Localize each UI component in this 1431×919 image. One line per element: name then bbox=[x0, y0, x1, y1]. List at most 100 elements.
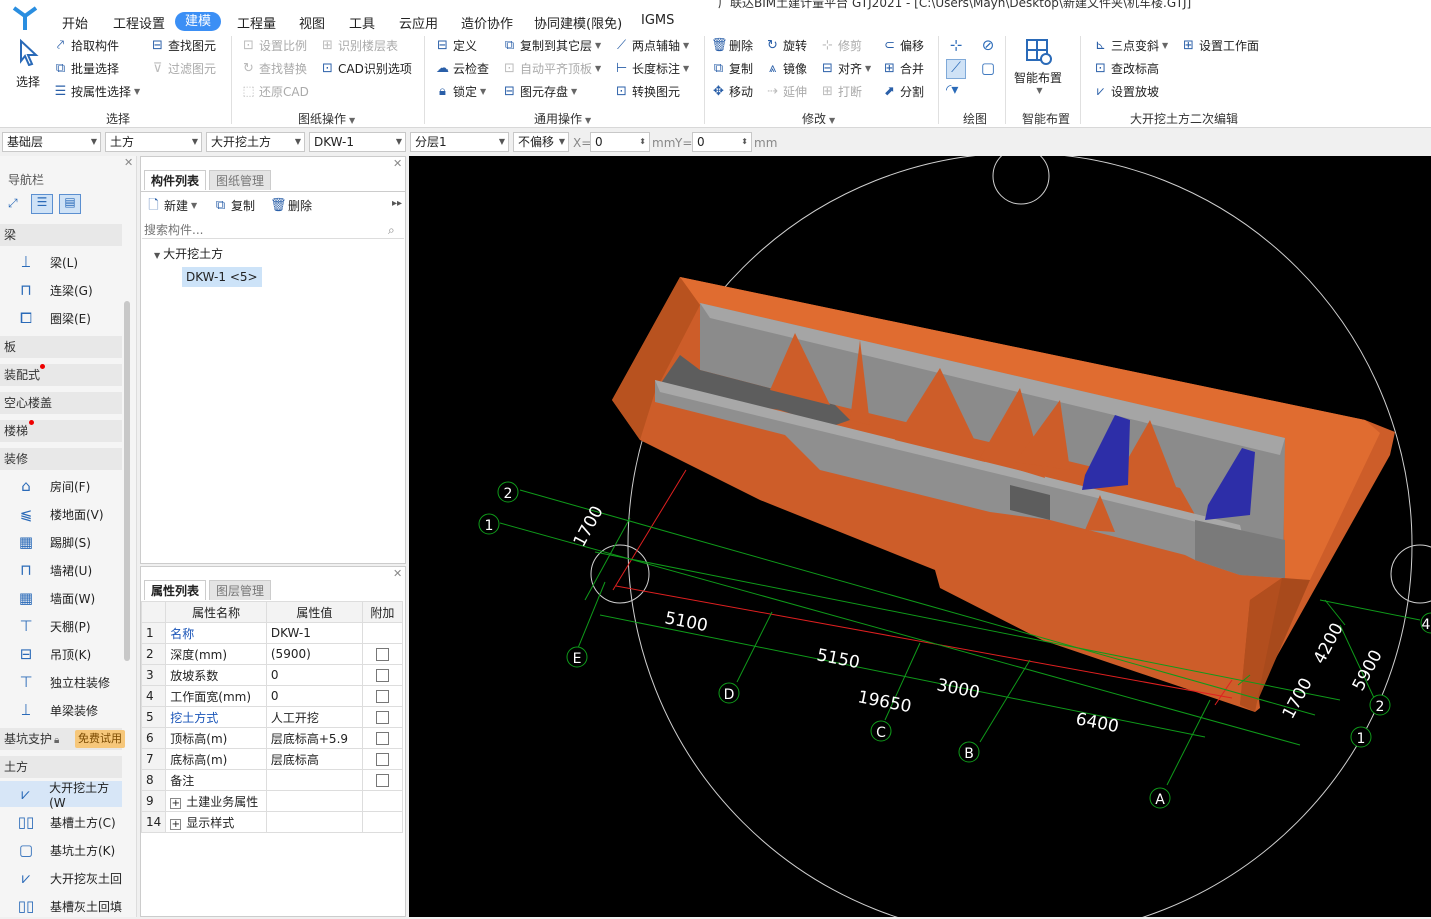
nav-item-link-beam[interactable]: ⊓ 连梁(G) bbox=[0, 277, 122, 303]
new-button[interactable]: 🗋︎ 新建 ▼ bbox=[146, 197, 197, 214]
find-replace-button[interactable]: ↻ 查找替换 bbox=[241, 60, 307, 77]
search-input[interactable] bbox=[142, 221, 404, 239]
y-input[interactable]: 0 ⬍ bbox=[692, 132, 752, 152]
property-row[interactable]: 3 放坡系数 0 bbox=[140, 664, 404, 686]
nav-item-room[interactable]: ⌂ 房间(F) bbox=[0, 473, 122, 499]
find-element-button[interactable]: ⊟ 查找图元 bbox=[150, 37, 216, 54]
property-row[interactable]: 8 备注 bbox=[140, 769, 404, 791]
checkbox[interactable] bbox=[375, 753, 389, 766]
nav-section-beam[interactable]: 梁 bbox=[0, 224, 122, 246]
nav-item-beam[interactable]: ⟘ 梁(L) bbox=[0, 249, 122, 275]
merge-button[interactable]: ⊞ 合并 bbox=[882, 60, 924, 77]
copy-to-other-floors-button[interactable]: ⧉ 复制到其它层 ▼ bbox=[502, 37, 601, 54]
arc-draw-icon[interactable]: ◜▾ bbox=[946, 82, 972, 102]
set-slope-button[interactable]: ⩗ 设置放坡 bbox=[1093, 83, 1159, 100]
property-value[interactable]: 0 bbox=[265, 664, 363, 686]
filter-element-button[interactable]: ⊽ 过滤图元 bbox=[150, 60, 216, 77]
lock-button[interactable]: 🔒︎ 锁定 ▼ bbox=[435, 83, 486, 100]
checkbox[interactable] bbox=[375, 774, 389, 787]
orbit-handle-top[interactable] bbox=[992, 156, 1050, 205]
close-icon[interactable]: ✕ bbox=[393, 567, 402, 580]
menu-igms[interactable]: IGMS bbox=[641, 13, 674, 28]
nav-item-trench-earthwork[interactable]: ▯▯ 基槽土方(C) bbox=[0, 809, 122, 835]
line-draw-icon[interactable]: ⟋ bbox=[946, 59, 966, 79]
set-workface-button[interactable]: ⊞ 设置工作面 bbox=[1181, 37, 1259, 54]
batch-select-button[interactable]: ⧉ 批量选择 bbox=[53, 60, 119, 77]
property-row[interactable]: 14 + 显示样式 bbox=[140, 811, 404, 833]
nav-item-pit-earthwork[interactable]: ▢ 基坑土方(K) bbox=[0, 837, 122, 863]
property-row[interactable]: 6 顶标高(m) 层底标高+5.9 bbox=[140, 727, 404, 749]
close-icon[interactable]: ✕ bbox=[393, 157, 402, 170]
cloud-check-button[interactable]: ☁ 云检查 bbox=[435, 60, 489, 77]
convert-element-button[interactable]: ⊡ 转换图元 bbox=[614, 83, 680, 100]
menu-collab-modeling[interactable]: 协同建模(限免) bbox=[534, 13, 622, 32]
property-row[interactable]: 5 挖土方式 人工开挖 bbox=[140, 706, 404, 728]
property-value[interactable]: DKW-1 bbox=[265, 622, 363, 644]
nav-item-dado[interactable]: ⊓ 墙裙(U) bbox=[0, 557, 122, 583]
modify-elevation-button[interactable]: ⊡ 查改标高 bbox=[1093, 60, 1159, 77]
rotate-button[interactable]: ↻ 旋转 bbox=[765, 37, 807, 54]
tab-component-list[interactable]: 构件列表 bbox=[144, 170, 207, 190]
align-button[interactable]: ⊟ 对齐 ▼ bbox=[820, 60, 871, 77]
copy-component-button[interactable]: ⧉ 复制 bbox=[213, 197, 255, 214]
point-draw-icon[interactable]: ⊹ bbox=[946, 36, 966, 56]
property-value[interactable]: 人工开挖 bbox=[265, 706, 363, 728]
property-value[interactable]: 层底标高+5.9 bbox=[265, 727, 363, 749]
layer-select[interactable]: 分层1 ▼ bbox=[410, 132, 509, 152]
define-button[interactable]: ⊟ 定义 bbox=[435, 37, 477, 54]
mirror-button[interactable]: ⩓ 镜像 bbox=[765, 60, 807, 77]
pin-icon[interactable]: ⤢ bbox=[8, 196, 18, 211]
close-icon[interactable]: ✕ bbox=[124, 156, 133, 169]
smart-layout-button[interactable]: 智能布置 ▼ bbox=[1013, 36, 1063, 95]
two-point-axis-button[interactable]: ⟋ 两点辅轴 ▼ bbox=[614, 37, 689, 54]
menu-cost-collab[interactable]: 造价协作 bbox=[461, 13, 513, 32]
circle-draw-icon[interactable]: ⊘ bbox=[978, 36, 998, 56]
menu-view[interactable]: 视图 bbox=[299, 13, 325, 32]
menu-quantity[interactable]: 工程量 bbox=[237, 13, 276, 32]
break-button[interactable]: ⊞ 打断 bbox=[820, 83, 862, 100]
checkbox[interactable] bbox=[375, 648, 389, 661]
property-value[interactable] bbox=[265, 769, 363, 791]
delete-component-button[interactable]: 🗑︎ 删除 bbox=[270, 197, 312, 214]
excavation-model[interactable] bbox=[612, 277, 1395, 712]
set-scale-button[interactable]: ⊡ 设置比例 bbox=[241, 37, 307, 54]
nav-item-skirting[interactable]: ▦ 踢脚(S) bbox=[0, 529, 122, 555]
nav-section-prefab[interactable]: 装配式 bbox=[0, 364, 122, 386]
property-row[interactable]: 1 名称 DKW-1 bbox=[140, 622, 404, 644]
offset-select[interactable]: 不偏移 ▼ bbox=[513, 132, 569, 152]
nav-scrollbar[interactable] bbox=[124, 301, 130, 661]
extend-button[interactable]: ⇢ 延伸 bbox=[765, 83, 807, 100]
model-canvas[interactable]: 2 1 E D C B A 1 2 4 1700 5100 5150 3000 … bbox=[409, 156, 1431, 917]
length-dimension-button[interactable]: ⊢ 长度标注 ▼ bbox=[614, 60, 689, 77]
tab-property-list[interactable]: 属性列表 bbox=[144, 580, 207, 600]
nav-section-stairs[interactable]: 楼梯 bbox=[0, 420, 122, 442]
identify-floor-table-button[interactable]: ⊞ 识别楼层表 bbox=[320, 37, 398, 54]
detail-view-icon[interactable]: ▤ bbox=[59, 194, 81, 214]
select-by-property-button[interactable]: ☰ 按属性选择 ▼ bbox=[53, 83, 141, 100]
nav-section-hollow-floor[interactable]: 空心楼盖 bbox=[0, 392, 122, 414]
checkbox[interactable] bbox=[375, 690, 389, 703]
property-row[interactable]: 7 底标高(m) 层底标高 bbox=[140, 748, 404, 770]
group-modify-label[interactable]: 修改 ▼ bbox=[802, 110, 835, 127]
component-select[interactable]: DKW-1 ▼ bbox=[309, 132, 406, 152]
tree-item-dkw1[interactable]: DKW-1 <5> bbox=[182, 267, 262, 287]
rect-draw-icon[interactable]: ▢ bbox=[978, 59, 998, 79]
save-element-button[interactable]: ⊟ 图元存盘 ▼ bbox=[502, 83, 577, 100]
select-button[interactable]: 选择 bbox=[12, 38, 44, 98]
menu-cloud[interactable]: 云应用 bbox=[399, 13, 438, 32]
property-row[interactable]: 9 + 土建业务属性 bbox=[140, 790, 404, 812]
copy-button[interactable]: ⧉ 复制 bbox=[711, 60, 753, 77]
nav-section-earthwork[interactable]: 土方 bbox=[0, 756, 122, 778]
list-view-icon[interactable]: ☰ bbox=[31, 194, 53, 214]
property-row[interactable]: 4 工作面宽(mm) 0 bbox=[140, 685, 404, 707]
expand-icon[interactable]: + bbox=[170, 818, 182, 830]
checkbox[interactable] bbox=[375, 711, 389, 724]
nav-item-floor-surface[interactable]: ⫹ 楼地面(V) bbox=[0, 501, 122, 527]
trim-button[interactable]: ⊹ 修剪 bbox=[820, 37, 862, 54]
cad-options-button[interactable]: ⊡ CAD识别选项 bbox=[320, 60, 412, 77]
checkbox[interactable] bbox=[375, 669, 389, 682]
property-value[interactable]: (5900) bbox=[265, 643, 363, 665]
nav-item-lime-backfill[interactable]: ⩗ 大开挖灰土回 bbox=[0, 865, 122, 891]
more-icon[interactable]: ▸▸ bbox=[392, 198, 402, 209]
nav-item-beam-decoration[interactable]: ⟘ 单梁装修 bbox=[0, 697, 122, 723]
